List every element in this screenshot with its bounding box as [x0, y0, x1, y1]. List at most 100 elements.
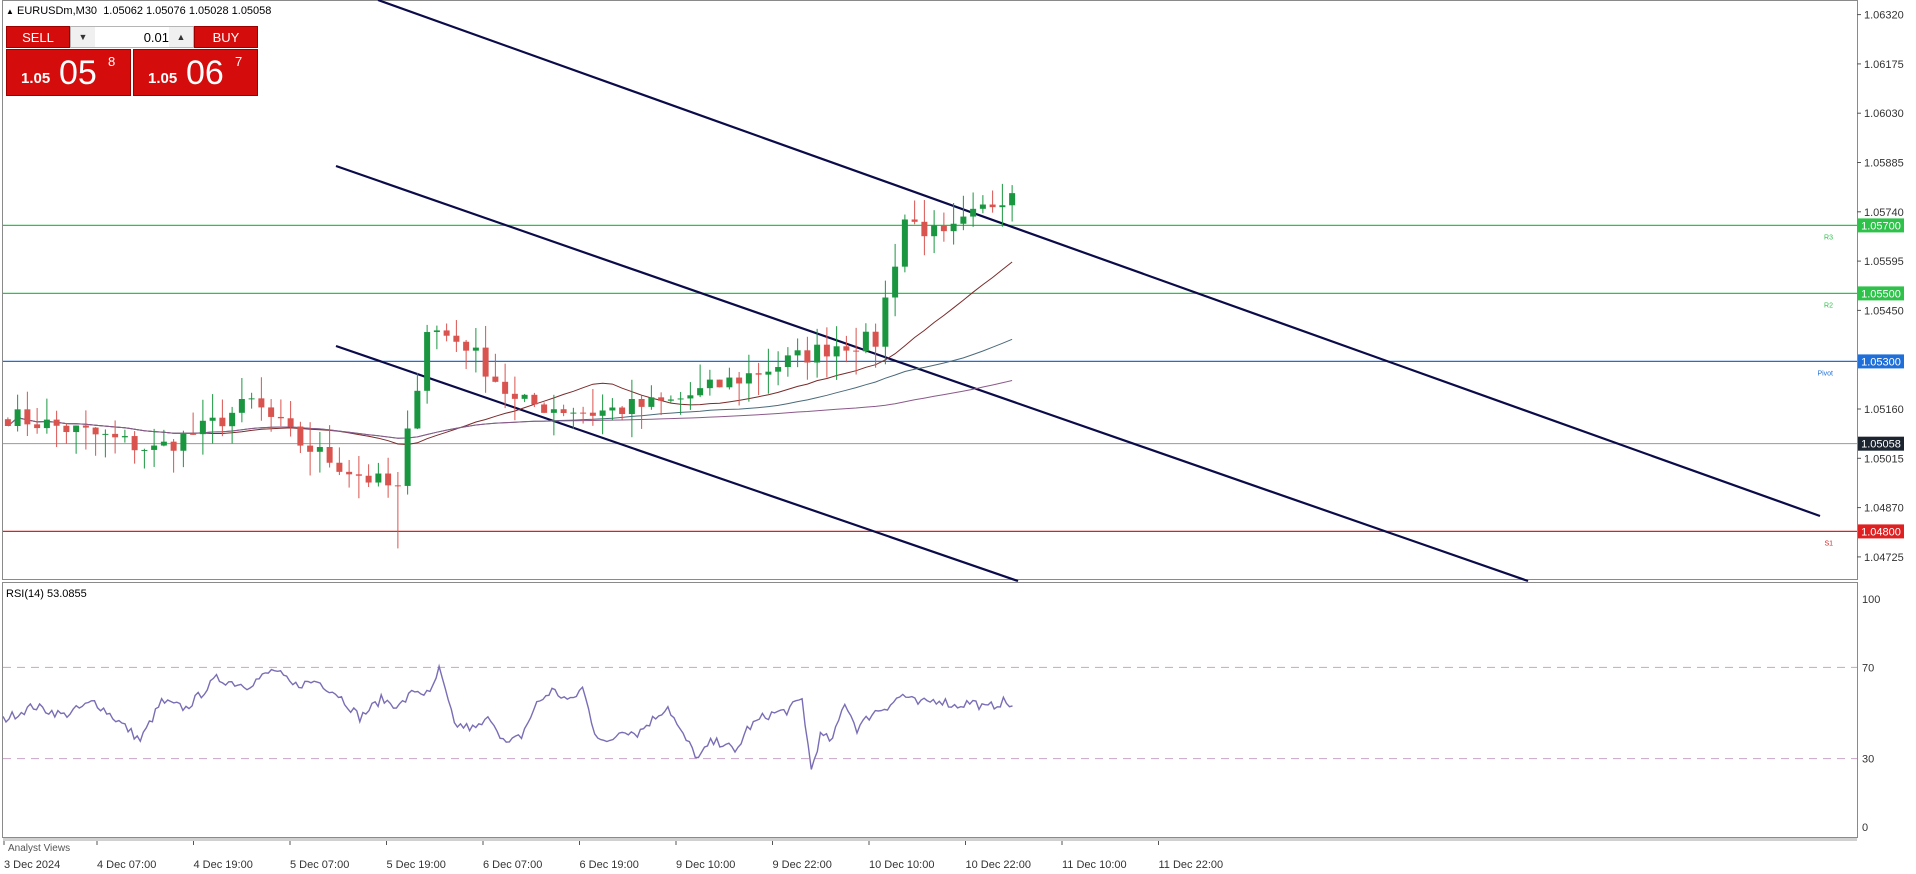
- candle-body: [804, 350, 811, 363]
- candle-body: [492, 376, 499, 382]
- sell-price-prefix: 1.05: [21, 70, 51, 87]
- level-price-label: 1.05500: [1861, 288, 1901, 300]
- candle-body: [736, 377, 743, 384]
- sell-label: SELL: [22, 29, 54, 45]
- buy-price-prefix: 1.05: [148, 70, 178, 87]
- candle-body: [960, 216, 967, 224]
- candle-body: [414, 390, 421, 429]
- candle-body: [73, 425, 80, 433]
- chart-canvas[interactable]: R31.05700R21.05500Pivot1.05300S11.048001…: [0, 0, 1916, 874]
- candle-body: [63, 425, 70, 433]
- lot-increase-icon[interactable]: ▲: [169, 27, 193, 47]
- time-tick-label: 11 Dec 10:00: [1062, 859, 1127, 871]
- candle-body: [14, 409, 21, 426]
- candle-body: [843, 346, 850, 351]
- candle-body: [433, 330, 440, 333]
- candle-body: [765, 371, 772, 375]
- candle-body: [882, 297, 889, 347]
- candle-body: [375, 473, 382, 483]
- candle-body: [901, 219, 908, 267]
- sell-button[interactable]: SELL: [6, 26, 70, 48]
- candle-body: [277, 416, 284, 419]
- candle-body: [716, 379, 723, 388]
- time-tick-label: 9 Dec 22:00: [773, 859, 832, 871]
- time-tick-label: 6 Dec 19:00: [580, 859, 639, 871]
- candle-body: [482, 347, 489, 377]
- candle-body: [112, 433, 119, 438]
- candle-body: [853, 350, 860, 352]
- lot-size-input[interactable]: [97, 28, 171, 46]
- candle-body: [82, 425, 89, 428]
- candle-body: [599, 410, 606, 416]
- candle-body: [1009, 193, 1016, 206]
- buy-button[interactable]: BUY: [194, 26, 258, 48]
- one-click-trading-panel: SELL ▼ ▲ BUY 1.05 05 8 1.05 06 7: [6, 26, 258, 96]
- candle-body: [667, 399, 674, 401]
- level-name-r3: R3: [1824, 234, 1833, 241]
- lot-decrease-icon[interactable]: ▼: [71, 27, 95, 47]
- candle-body: [697, 388, 704, 396]
- candle-body: [34, 424, 41, 429]
- candle-body: [365, 475, 372, 483]
- sell-price-big: 05: [59, 54, 97, 92]
- time-tick-label: 4 Dec 07:00: [97, 859, 156, 871]
- candle-body: [404, 428, 411, 486]
- candle-body: [706, 379, 713, 389]
- candle-body: [121, 436, 128, 438]
- candle-body: [521, 394, 528, 399]
- candle-body: [628, 399, 635, 415]
- candle-body: [160, 441, 167, 446]
- candle-body: [911, 219, 918, 222]
- candle-body: [784, 355, 791, 368]
- level-name-s1: S1: [1824, 540, 1833, 547]
- buy-price-sup: 7: [235, 54, 243, 69]
- rsi-title: RSI(14) 53.0855: [6, 588, 87, 600]
- candle-body: [287, 418, 294, 427]
- candle-body: [258, 398, 265, 408]
- price-tick-label: 1.05885: [1864, 158, 1904, 170]
- candle-body: [921, 221, 928, 237]
- candle-body: [677, 398, 684, 400]
- candle-body: [872, 331, 879, 347]
- price-tick-label: 1.04870: [1864, 503, 1904, 515]
- panel-divider[interactable]: [3, 838, 1857, 841]
- candle-body: [892, 266, 899, 298]
- price-tick-label: 1.05160: [1864, 404, 1904, 416]
- candle-body: [24, 409, 31, 425]
- candle-body: [229, 412, 236, 427]
- candle-body: [131, 436, 138, 451]
- buy-price-button[interactable]: 1.05 06 7: [133, 49, 258, 96]
- candle-body: [862, 331, 869, 352]
- candle-body: [940, 225, 947, 232]
- level-name-pivot: Pivot: [1817, 370, 1833, 377]
- candle-body: [814, 344, 821, 363]
- candle-body: [463, 341, 470, 351]
- candle-body: [141, 449, 148, 451]
- candle-body: [570, 412, 577, 414]
- candle-body: [443, 330, 450, 336]
- level-price-label: 1.05700: [1861, 220, 1901, 232]
- candle-body: [4, 419, 11, 426]
- candle-body: [511, 393, 518, 399]
- candle-body: [833, 346, 840, 357]
- candle-body: [248, 398, 255, 400]
- candle-body: [326, 447, 333, 463]
- sell-price-button[interactable]: 1.05 05 8: [6, 49, 131, 96]
- candle-body: [970, 208, 977, 217]
- candle-body: [531, 394, 538, 405]
- candle-body: [794, 350, 801, 356]
- candle-body: [346, 471, 353, 475]
- candle-body: [307, 445, 314, 452]
- candle-body: [745, 373, 752, 384]
- candle-body: [472, 347, 479, 351]
- time-tick-label: 10 Dec 10:00: [869, 859, 934, 871]
- candle-body: [453, 335, 460, 342]
- analyst-views-tab[interactable]: Analyst Views: [8, 843, 70, 854]
- candle-body: [355, 474, 362, 476]
- collapse-triangle-icon[interactable]: ▲: [6, 7, 14, 16]
- rsi-tick-label: 70: [1862, 662, 1874, 674]
- candle-body: [297, 426, 304, 446]
- candle-body: [199, 420, 206, 435]
- candle-body: [102, 433, 109, 435]
- current-price-label: 1.05058: [1861, 439, 1901, 451]
